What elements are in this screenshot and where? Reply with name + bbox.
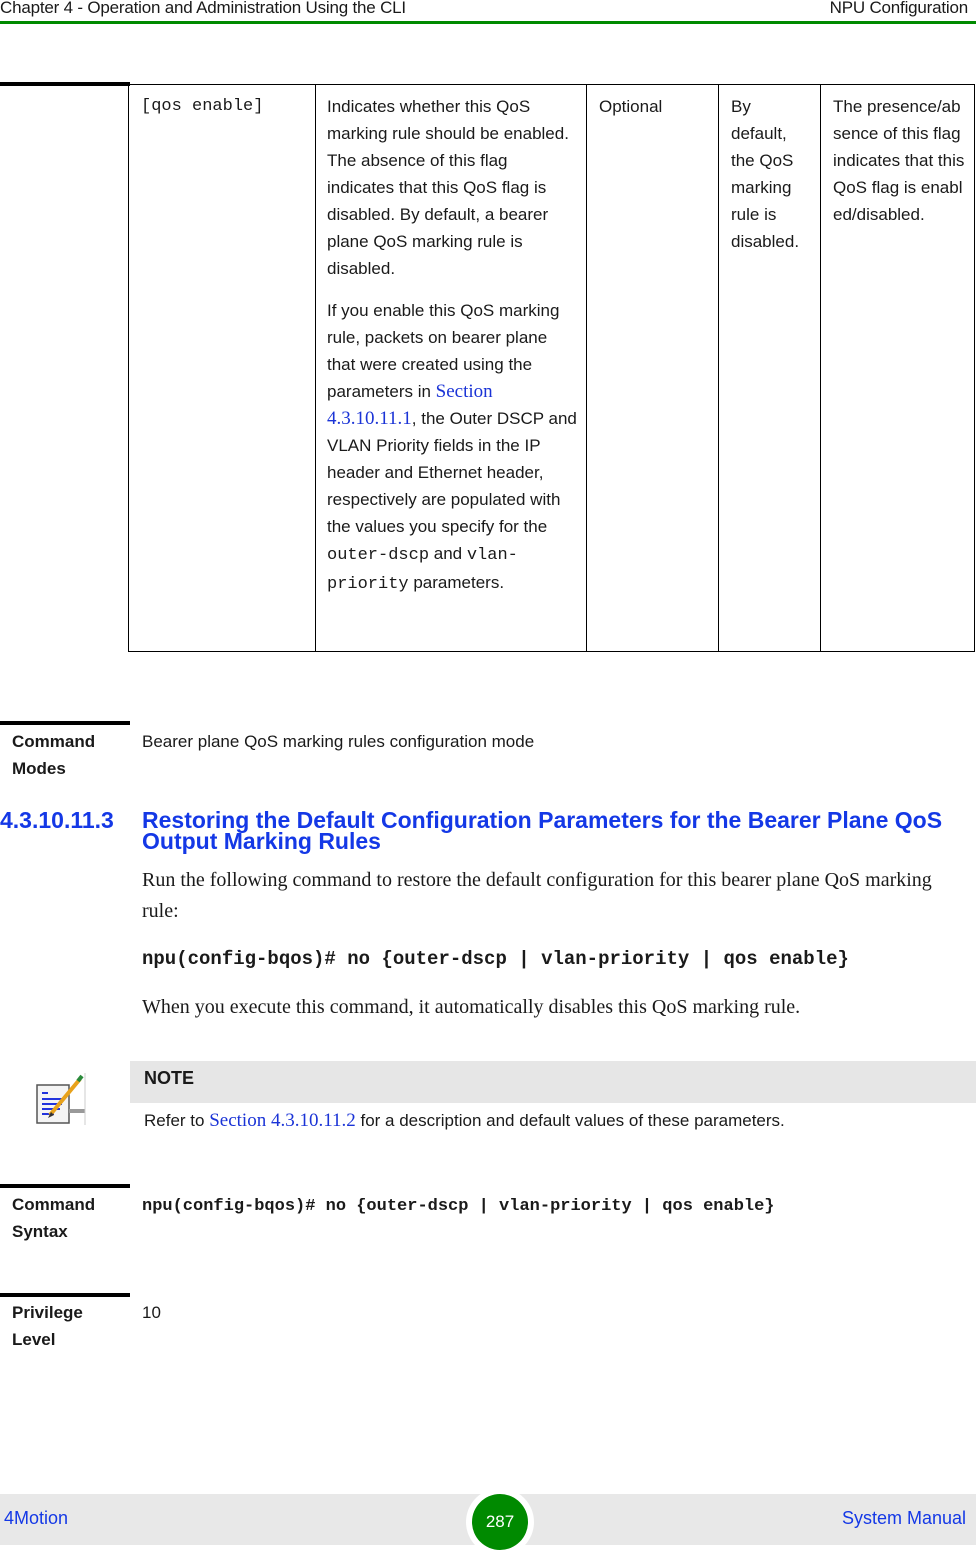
description-paragraph-1: Indicates whether this QoS marking rule … (327, 97, 569, 278)
section-heading: 4.3.10.11.3 Restoring the Default Config… (0, 807, 942, 853)
parameter-table: [qos enable] Indicates whether this QoS … (128, 84, 975, 652)
privilege-level-rule (0, 1293, 130, 1297)
privilege-level-value: 10 (142, 1303, 161, 1322)
privilege-level-label: Privilege Level (12, 1303, 83, 1349)
column-divider (820, 85, 821, 651)
param-description: Indicates whether this QoS marking rule … (327, 93, 577, 613)
param-default: By default, the QoS marking rule is disa… (731, 97, 800, 251)
column-divider (315, 85, 316, 651)
code-outer-dscp: outer-dscp (327, 546, 430, 565)
table-side-rule (0, 82, 130, 86)
text: parameters. (408, 573, 505, 592)
section-command: npu(config-bqos)# no {outer-dscp | vlan-… (142, 948, 849, 970)
command-syntax-value: npu(config-bqos)# no {outer-dscp | vlan-… (142, 1197, 775, 1216)
param-presence: Optional (599, 97, 663, 116)
page-number: 287 (472, 1494, 528, 1550)
footer-manual: System Manual (841, 1508, 966, 1528)
note-text: Refer to Section 4.3.10.11.2 for a descr… (144, 1110, 785, 1132)
section-intro: Run the following command to restore the… (142, 869, 932, 922)
text: Refer to (144, 1111, 210, 1130)
text: for a description and default values of … (355, 1111, 785, 1130)
note-title: NOTE (144, 1068, 195, 1088)
section-number: 4.3.10.11.3 (0, 807, 114, 833)
column-divider (586, 85, 587, 651)
text: and (429, 544, 467, 563)
column-divider (718, 85, 719, 651)
param-possible-values: The presence/absence of this flag indica… (833, 97, 965, 224)
section-after: When you execute this command, it automa… (142, 996, 801, 1018)
description-paragraph-2: If you enable this QoS marking rule, pac… (327, 297, 577, 598)
header-section: NPU Configuration (829, 0, 969, 17)
header-chapter: Chapter 4 - Operation and Administration… (0, 0, 406, 17)
header-rule (0, 21, 976, 24)
param-name: [qos enable] (141, 97, 264, 116)
note-header-bar (130, 1061, 976, 1103)
note-section-link[interactable]: Section 4.3.10.11.2 (209, 1110, 356, 1131)
command-syntax-label: Command Syntax (12, 1195, 96, 1241)
section-title: Restoring the Default Configuration Para… (142, 807, 943, 854)
note-pencil-icon (36, 1073, 86, 1125)
command-modes-label: Command Modes (12, 732, 96, 778)
command-syntax-rule (0, 1184, 130, 1188)
command-modes-value: Bearer plane QoS marking rules configura… (142, 732, 535, 751)
command-modes-rule (0, 721, 130, 725)
footer-product: 4Motion (4, 1508, 69, 1528)
